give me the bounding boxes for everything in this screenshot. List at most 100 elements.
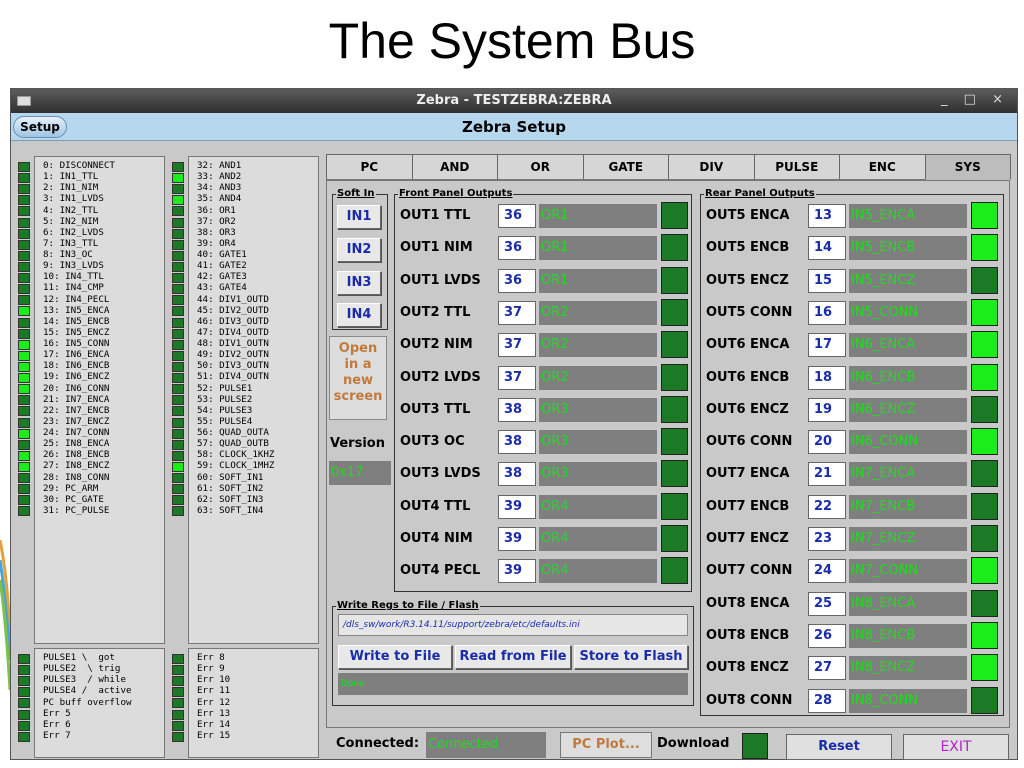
rear-panel-row-label: OUT5 CONN	[706, 304, 793, 320]
rear-panel-signal-name: IN5_ENCB	[849, 236, 967, 261]
rear-panel-signal-number-input[interactable]: 13	[808, 204, 846, 228]
front-panel-signal-number-input[interactable]: 36	[498, 236, 536, 261]
exit-button[interactable]: EXIT	[903, 734, 1009, 760]
front-panel-signal-number-input[interactable]: 39	[498, 559, 536, 584]
rear-panel-signal-number-input[interactable]: 20	[808, 430, 846, 455]
soft-in1-button[interactable]: IN1	[337, 205, 381, 229]
led-indicator	[18, 284, 30, 295]
tab-and[interactable]: AND	[411, 154, 498, 180]
pc-plot-button[interactable]: PC Plot...	[560, 732, 652, 758]
write-to-file-button[interactable]: Write to File	[338, 645, 452, 669]
front-panel-state-indicator	[661, 266, 688, 294]
rear-panel-signal-number-input[interactable]: 23	[808, 527, 846, 551]
rear-panel-state-indicator	[971, 686, 998, 714]
rear-panel-state-indicator	[971, 234, 998, 262]
rear-panel-signal-number-input[interactable]: 15	[808, 268, 846, 293]
tab-sys[interactable]: SYS	[924, 154, 1011, 180]
rear-panel-state-indicator	[971, 395, 998, 423]
led-indicator	[172, 439, 184, 450]
rear-panel-state-indicator	[971, 363, 998, 391]
front-panel-row-label: OUT2 LVDS	[400, 369, 481, 385]
soft-in4-button[interactable]: IN4	[337, 303, 381, 327]
rear-panel-signal-number-input[interactable]: 21	[808, 462, 846, 487]
rear-panel-signal-number-input[interactable]: 28	[808, 688, 846, 713]
rear-panel-signal-name: IN6_CONN	[849, 430, 967, 455]
led-indicator	[18, 384, 30, 395]
led-indicator	[172, 731, 184, 742]
front-panel-signal-number-input[interactable]: 38	[498, 462, 536, 487]
front-panel-signal-name: OR4	[539, 559, 657, 584]
led-indicator	[172, 284, 184, 295]
rear-panel-signal-name: IN8_ENCZ	[849, 656, 967, 681]
rear-panel-row-label: OUT5 ENCA	[706, 208, 790, 223]
led-indicator	[172, 261, 184, 272]
led-indicator	[18, 406, 30, 417]
rear-panel-row-label: OUT7 ENCB	[706, 498, 790, 514]
window-titlebar[interactable]: Zebra - TESTZEBRA:ZEBRA _ □ ×	[11, 89, 1017, 113]
led-indicator	[172, 173, 184, 184]
front-panel-signal-number-input[interactable]: 39	[498, 527, 536, 551]
open-new-screen-button[interactable]: Open in a new screen	[329, 336, 387, 420]
connected-label: Connected:	[336, 736, 420, 751]
front-panel-state-indicator	[661, 234, 688, 262]
soft-in3-button[interactable]: IN3	[337, 271, 381, 295]
front-panel-row-label: OUT4 NIM	[400, 531, 473, 546]
led-indicator	[18, 328, 30, 339]
front-panel-signal-number-input[interactable]: 38	[498, 430, 536, 455]
front-panel-signal-number-input[interactable]: 37	[498, 333, 536, 358]
rear-panel-signal-name: IN8_CONN	[849, 688, 967, 713]
led-column-signals-0-31	[18, 162, 31, 518]
tab-pc[interactable]: PC	[326, 154, 413, 180]
rear-panel-state-indicator	[971, 331, 998, 359]
front-panel-row-label: OUT3 OC	[400, 434, 465, 450]
defaults-path-input[interactable]: /dls_sw/work/R3.14.11/support/zebra/etc/…	[338, 614, 688, 636]
tab-pulse[interactable]: PULSE	[753, 154, 840, 180]
rear-panel-signal-number-input[interactable]: 18	[808, 365, 846, 390]
front-panel-signal-name: OR1	[539, 268, 657, 293]
rear-panel-signal-number-input[interactable]: 19	[808, 397, 846, 422]
soft-in2-button[interactable]: IN2	[337, 238, 381, 262]
rear-panel-row-label: OUT8 ENCB	[706, 627, 790, 643]
reset-button[interactable]: Reset	[786, 734, 892, 760]
rear-panel-signal-name: IN7_CONN	[849, 559, 967, 584]
led-indicator	[18, 709, 30, 720]
front-panel-signal-number-input[interactable]: 38	[498, 397, 536, 422]
rear-panel-state-indicator	[971, 525, 998, 552]
rear-panel-signal-number-input[interactable]: 14	[808, 236, 846, 261]
front-panel-row-label: OUT3 LVDS	[400, 466, 481, 482]
window-controls-icon[interactable]: _ □ ×	[941, 92, 1009, 107]
led-indicator	[172, 162, 184, 172]
led-indicator	[18, 417, 30, 428]
rear-panel-state-indicator	[971, 621, 998, 649]
rear-panel-signal-number-input[interactable]: 26	[808, 623, 846, 648]
led-indicator	[18, 361, 30, 372]
led-indicator	[18, 731, 30, 742]
rear-panel-signal-number-input[interactable]: 27	[808, 656, 846, 681]
rear-panel-row-label: OUT6 ENCB	[706, 369, 790, 385]
rear-panel-signal-number-input[interactable]: 25	[808, 591, 846, 616]
front-panel-signal-number-input[interactable]: 36	[498, 204, 536, 228]
front-panel-signal-number-input[interactable]: 37	[498, 365, 536, 390]
rear-panel-state-indicator	[971, 298, 998, 326]
front-panel-row-label: OUT2 TTL	[400, 304, 471, 320]
front-panel-signal-number-input[interactable]: 39	[498, 494, 536, 519]
rear-panel-signal-number-input[interactable]: 24	[808, 559, 846, 584]
tab-enc[interactable]: ENC	[839, 154, 926, 180]
front-panel-signal-number-input[interactable]: 36	[498, 268, 536, 293]
rear-panel-signal-number-input[interactable]: 17	[808, 333, 846, 358]
front-panel-state-indicator	[661, 492, 688, 520]
rear-panel-signal-number-input[interactable]: 22	[808, 494, 846, 519]
led-indicator	[172, 428, 184, 439]
front-panel-state-indicator	[661, 298, 688, 326]
tab-gate[interactable]: GATE	[582, 154, 669, 180]
rear-panel-row-label: OUT6 ENCA	[706, 337, 790, 353]
rear-panel-state-indicator	[971, 460, 998, 488]
rear-panel-signal-number-input[interactable]: 16	[808, 300, 846, 325]
store-to-flash-button[interactable]: Store to Flash	[574, 645, 688, 669]
front-panel-signal-number-input[interactable]: 37	[498, 300, 536, 325]
tab-or[interactable]: OR	[497, 154, 584, 180]
read-from-file-button[interactable]: Read from File	[455, 645, 571, 669]
front-panel-signal-name: OR3	[539, 462, 657, 487]
tab-div[interactable]: DIV	[668, 154, 755, 180]
soft-in-title: Soft In	[336, 188, 376, 199]
